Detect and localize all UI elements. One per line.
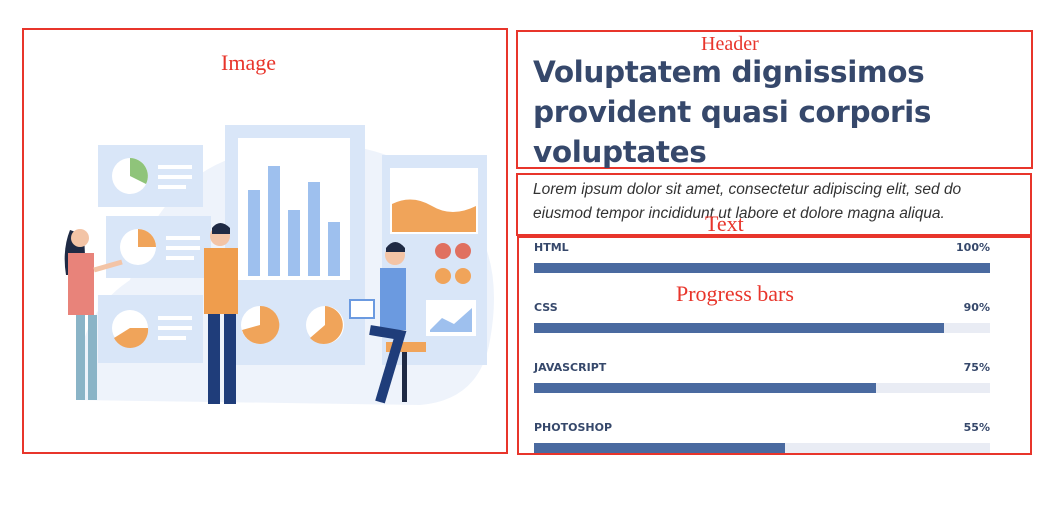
skill-name: HTML [534,241,569,254]
skill-name: CSS [534,301,558,314]
intro-paragraph: Lorem ipsum dolor sit amet, consectetur … [533,181,962,222]
progress-fill [534,443,785,453]
progress-track [534,323,990,333]
team-analytics-illustration [64,125,495,405]
skill-percent: 55% [963,421,990,434]
header-region-label: Header [701,33,759,55]
skill-row-javascript: JAVASCRIPT 75% [534,361,990,393]
progress-track [534,383,990,393]
skill-row-html: HTML 100% [534,241,990,273]
text-region-label: Text [705,211,744,236]
progress-track [534,263,990,273]
skill-percent: 90% [963,301,990,314]
skill-row-photoshop: PHOTOSHOP 55% [534,421,990,453]
progress-fill [534,383,876,393]
skill-percent: 75% [963,361,990,374]
progress-fill [534,263,990,273]
page-title: Voluptatem dignissimos provident quasi c… [533,55,932,169]
skill-percent: 100% [956,241,990,254]
progress-region-label: Progress bars [676,281,794,306]
skill-name: JAVASCRIPT [534,361,607,374]
progress-track [534,443,990,453]
progress-fill [534,323,945,333]
skill-name: PHOTOSHOP [534,421,613,434]
image-region-label: Image [221,50,276,75]
